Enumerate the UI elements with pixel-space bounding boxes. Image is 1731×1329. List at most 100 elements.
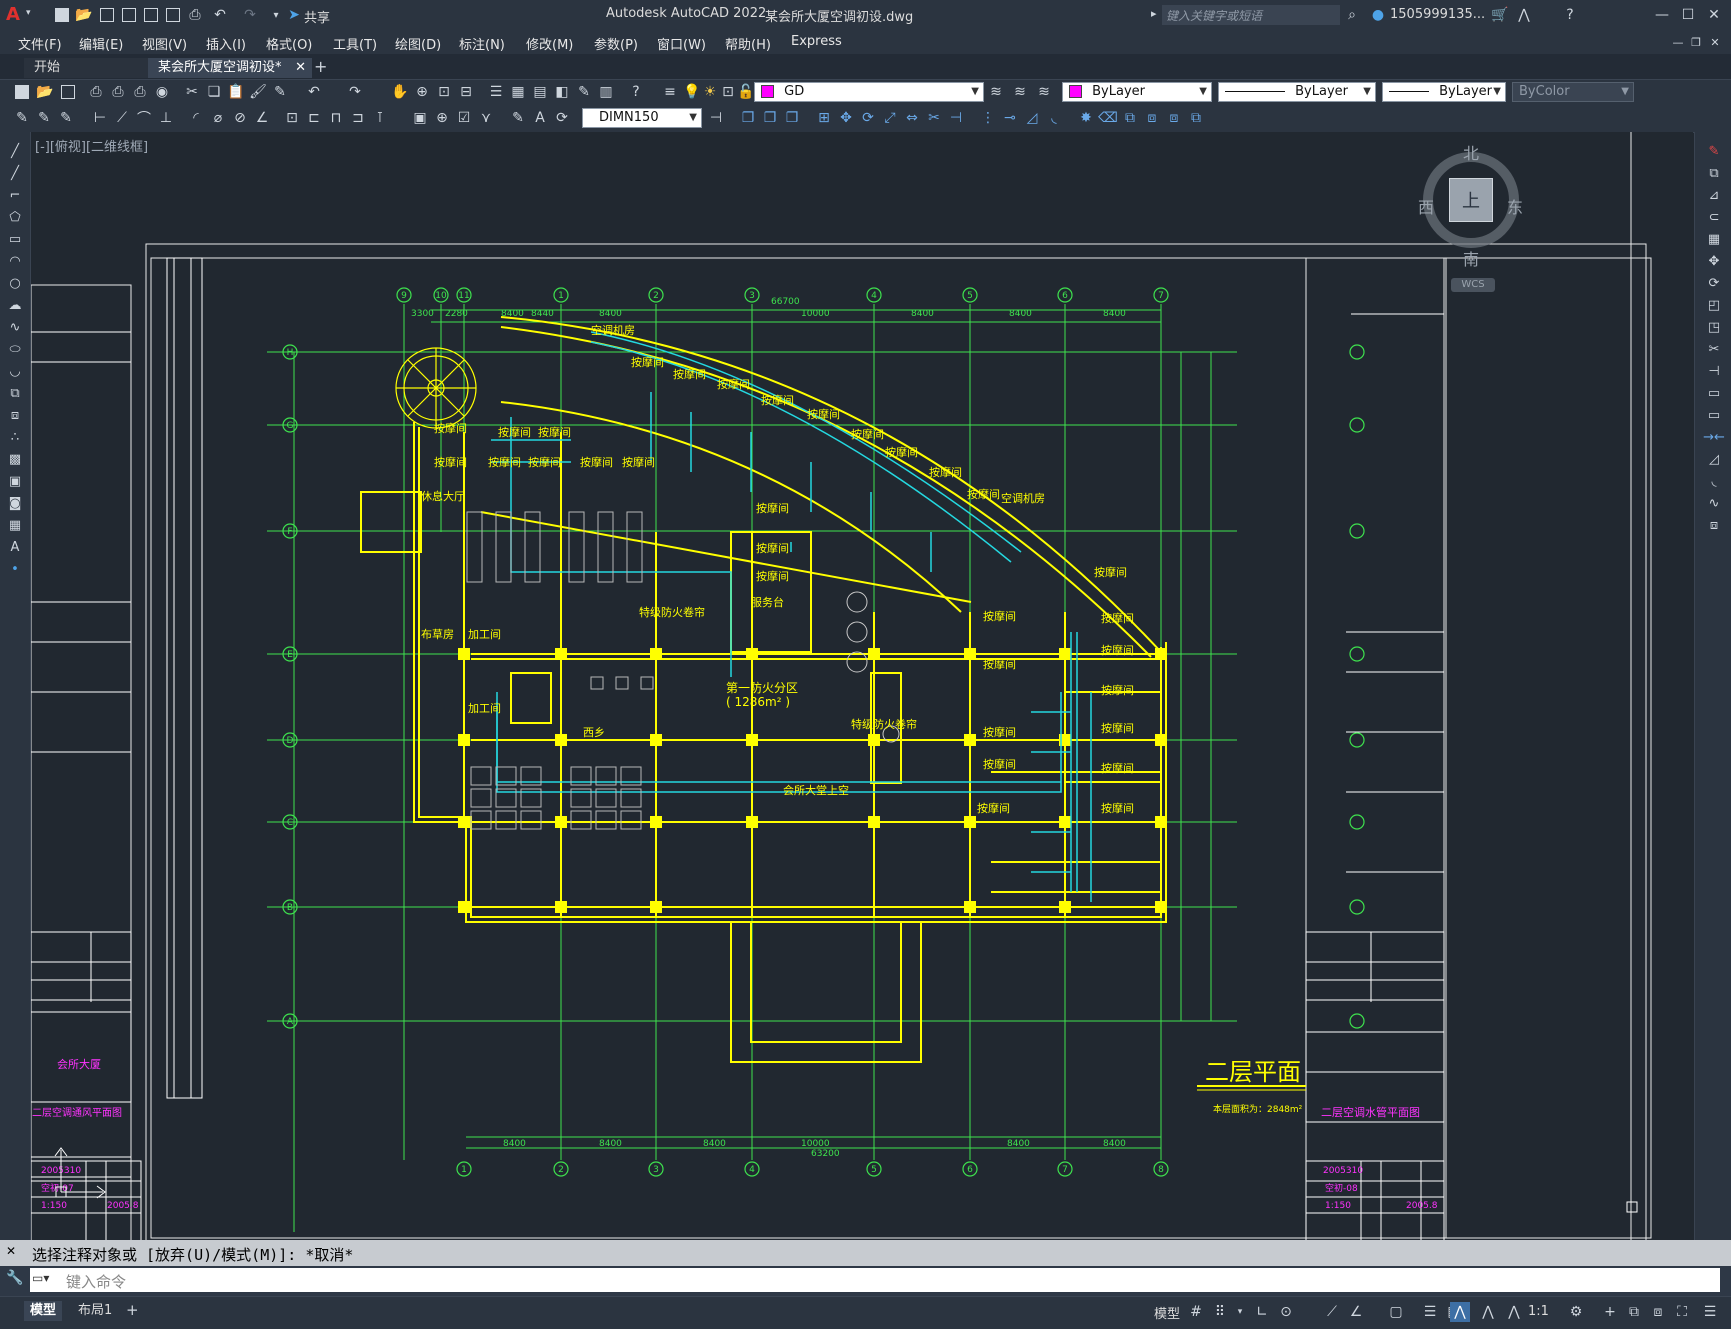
annotation-visibility-icon[interactable]: ⋀ <box>1450 1302 1470 1322</box>
zoom-previous-icon[interactable]: ⊟ <box>456 82 476 102</box>
save-toolbar-icon[interactable] <box>58 82 78 102</box>
group-icon[interactable]: ⧈ <box>1142 108 1162 128</box>
linetype-dropdown[interactable]: ByLayer ▼ <box>1218 82 1376 102</box>
cut-icon[interactable]: ✂ <box>182 82 202 102</box>
viewcube-top-face[interactable]: 上 <box>1449 178 1493 222</box>
explode-icon[interactable]: ✸ <box>1076 108 1096 128</box>
rotate-icon[interactable]: ⟳ <box>858 108 878 128</box>
search-expand-icon[interactable]: ▸ <box>1151 7 1157 20</box>
dim-jogged-icon[interactable]: ⌀ <box>208 108 228 128</box>
center-mark-icon[interactable]: ⊕ <box>432 108 452 128</box>
layer-freeze-icon[interactable]: ☀ <box>700 82 720 102</box>
quick-properties-icon[interactable]: ⧈ <box>1648 1302 1668 1322</box>
join-right-icon[interactable]: →← <box>1703 428 1725 446</box>
rotate-right-icon[interactable]: ⟳ <box>1705 274 1723 292</box>
attribute-icon[interactable]: ✎ <box>12 108 32 128</box>
arc-icon[interactable]: ◠ <box>6 252 24 270</box>
save-as-icon[interactable] <box>119 5 139 25</box>
dim-arc-icon[interactable]: ⌒ <box>134 108 154 128</box>
annotation-scale-value[interactable]: 1:1 <box>1528 1304 1549 1319</box>
array-icon[interactable]: ⊞ <box>814 108 834 128</box>
dimstyle-dropdown[interactable]: DIMN150 ▼ <box>582 108 702 128</box>
spline-icon[interactable]: ∿ <box>6 318 24 336</box>
print-icon[interactable]: ⎙ <box>86 82 106 102</box>
print-preview-icon[interactable]: ⎙ <box>108 82 128 102</box>
tab-layout1[interactable]: 布局1 <box>72 1301 118 1321</box>
search-input[interactable]: 键入关键字或短语 <box>1162 5 1340 25</box>
pan-icon[interactable]: ✋ <box>390 82 410 102</box>
table-icon[interactable]: ▦ <box>6 516 24 534</box>
zoom-window-icon[interactable]: ⊡ <box>434 82 454 102</box>
layer-previous-icon[interactable]: ≋ <box>1010 82 1030 102</box>
plotstyle-dropdown[interactable]: ByColor ▼ <box>1512 82 1634 102</box>
wcs-menu[interactable]: WCS <box>1451 278 1495 292</box>
menu-express[interactable]: Express <box>791 34 842 49</box>
scale-icon[interactable]: ⤢ <box>880 108 900 128</box>
annotation-scale-icon[interactable]: ⋀ <box>1504 1302 1524 1322</box>
menu-draw[interactable]: 绘图(D) <box>395 34 441 53</box>
save-icon[interactable] <box>97 5 117 25</box>
share-label[interactable]: 共享 <box>304 7 330 26</box>
autocad-logo-icon[interactable]: A <box>6 4 20 25</box>
menu-parametric[interactable]: 参数(P) <box>594 34 638 53</box>
rectangle-icon[interactable]: ▭ <box>6 230 24 248</box>
add-layout-icon[interactable]: + <box>126 1301 139 1319</box>
layer-dropdown[interactable]: GD ▼ <box>754 82 984 102</box>
move-icon[interactable]: ✥ <box>836 108 856 128</box>
dim-update-icon[interactable]: ⟳ <box>552 108 572 128</box>
sheet-set-icon[interactable]: ◧ <box>552 82 572 102</box>
ortho-icon[interactable]: ∟ <box>1252 1302 1272 1322</box>
doc-restore-icon[interactable]: ❐ <box>1686 32 1706 52</box>
redo-icon[interactable]: ↷ <box>240 5 260 25</box>
join-icon[interactable]: ⊸ <box>1000 108 1020 128</box>
qnew-icon[interactable] <box>12 82 32 102</box>
extend-icon[interactable]: ⊣ <box>946 108 966 128</box>
save-web-icon[interactable] <box>163 5 183 25</box>
dim-diameter-icon[interactable]: ⊘ <box>230 108 250 128</box>
mtext-icon[interactable]: A <box>6 538 24 556</box>
layer-state-icon[interactable]: ≋ <box>1034 82 1054 102</box>
tab-close-icon[interactable]: ✕ <box>295 58 306 78</box>
draw-order-icon[interactable]: ⧉ <box>1120 108 1140 128</box>
layer-properties-icon[interactable]: ≡ <box>660 82 680 102</box>
tolerance-icon[interactable]: ▣ <box>410 108 430 128</box>
menu-dimension[interactable]: 标注(N) <box>459 34 505 53</box>
viewcube-south[interactable]: 南 <box>1463 246 1479 270</box>
layer-on-icon[interactable]: 💡 <box>682 82 702 102</box>
object-snap-tracking-icon[interactable]: ∠ <box>1346 1302 1366 1322</box>
trim-icon[interactable]: ✂ <box>924 108 944 128</box>
menu-tools[interactable]: 工具(T) <box>333 34 377 53</box>
dim-edit-icon[interactable]: ✎ <box>508 108 528 128</box>
dim-baseline-icon[interactable]: ⊏ <box>304 108 324 128</box>
offset-right-icon[interactable]: ⊂ <box>1705 208 1723 226</box>
menu-format[interactable]: 格式(O) <box>266 34 312 53</box>
hatch-icon[interactable]: ▩ <box>6 450 24 468</box>
array-right-icon[interactable]: ▦ <box>1705 230 1723 248</box>
viewcube-east[interactable]: 东 <box>1507 194 1523 218</box>
tab-start[interactable]: 开始 <box>24 58 154 78</box>
mirror-right-icon[interactable]: ⊿ <box>1705 186 1723 204</box>
command-customize-icon[interactable]: 🔧 <box>6 1270 23 1286</box>
help-icon[interactable]: ? <box>1560 5 1580 25</box>
user-icon[interactable]: ● <box>1368 5 1388 25</box>
help-toolbar-icon[interactable]: ? <box>626 82 646 102</box>
chamfer-icon[interactable]: ◿ <box>1022 108 1042 128</box>
point-icon[interactable]: ∴ <box>6 428 24 446</box>
customization-icon[interactable]: ☰ <box>1700 1302 1720 1322</box>
move-right-icon[interactable]: ✥ <box>1705 252 1723 270</box>
recent-commands-icon[interactable]: ▭▾ <box>32 1271 49 1285</box>
menu-window[interactable]: 窗口(W) <box>657 34 706 53</box>
gradient-icon[interactable]: ▣ <box>6 472 24 490</box>
plot-icon[interactable]: ⎙ <box>185 5 205 25</box>
workspace-gear-icon[interactable]: ⚙ <box>1566 1302 1586 1322</box>
stretch-right-icon[interactable]: ◳ <box>1705 318 1723 336</box>
lineweight-dropdown[interactable]: ByLayer ▼ <box>1382 82 1506 102</box>
command-close-icon[interactable]: ✕ <box>6 1244 16 1258</box>
grid-display-icon[interactable]: # <box>1186 1302 1206 1322</box>
scale-right-icon[interactable]: ◰ <box>1705 296 1723 314</box>
open-web-icon[interactable] <box>141 5 161 25</box>
publish-icon[interactable]: ⎙ <box>130 82 150 102</box>
dim-break-icon[interactable]: ⊺ <box>370 108 390 128</box>
layer-lock-icon[interactable]: 🔓 <box>736 82 756 102</box>
make-block-icon[interactable]: ⧈ <box>6 406 24 424</box>
